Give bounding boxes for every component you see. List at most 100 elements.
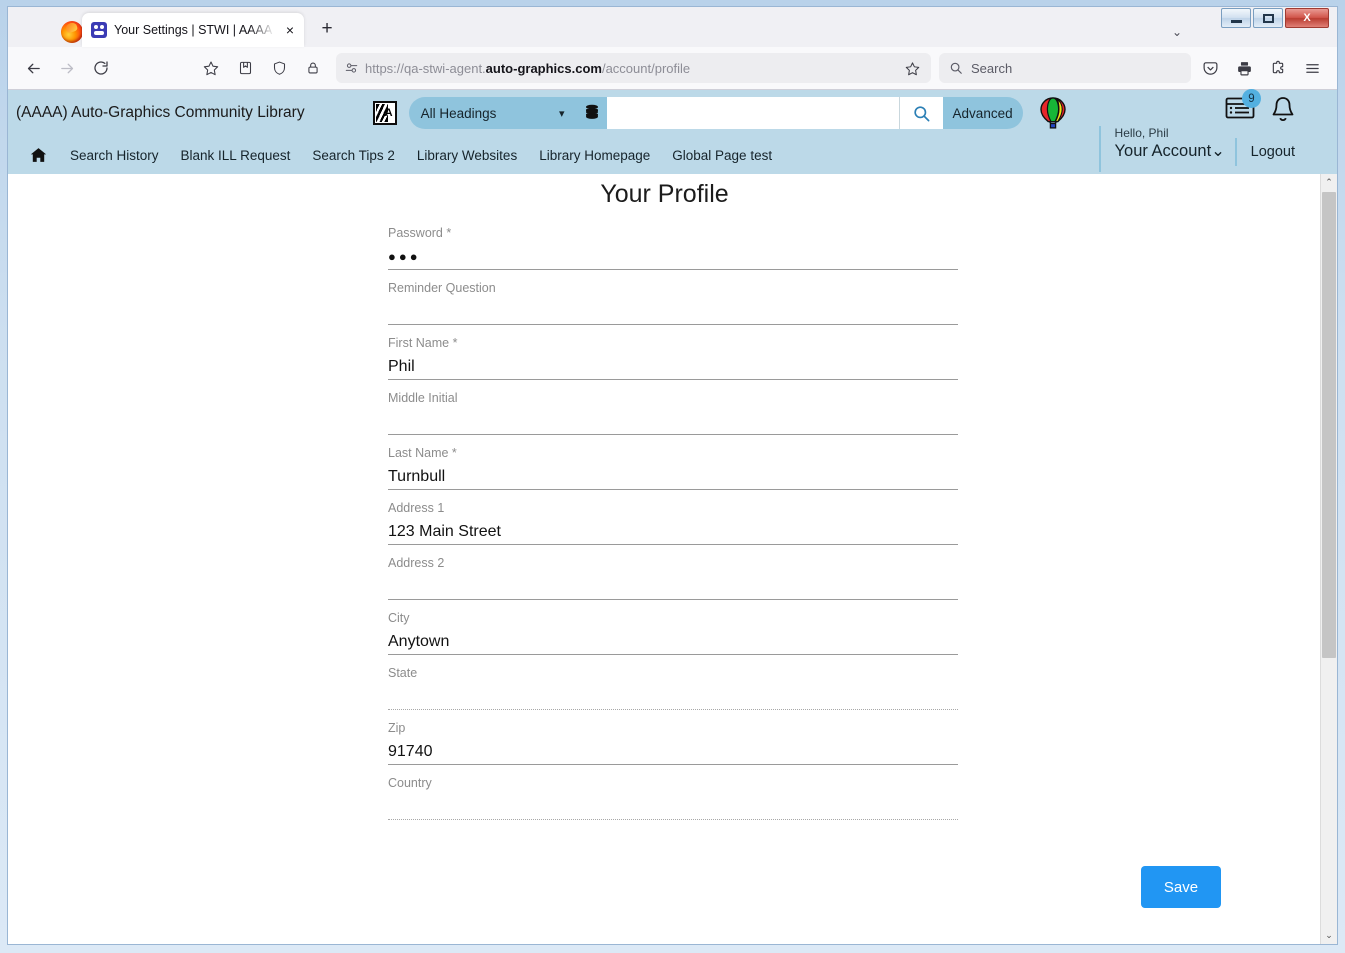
field-value[interactable] [388,791,958,819]
minimize-icon [1230,19,1242,23]
translate-icon[interactable]: A [372,101,397,125]
back-icon[interactable] [18,53,48,83]
hot-air-balloon-icon[interactable] [1038,97,1068,131]
bookmark-star-icon[interactable] [196,53,226,83]
shield-icon[interactable] [264,53,294,83]
close-window-button[interactable]: X [1285,8,1329,28]
tab-list-chevron-icon[interactable]: ⌄ [1172,25,1182,39]
page-scrollbar[interactable]: ⌃ ⌄ [1320,174,1337,944]
account-menu[interactable]: Hello, Phil Your Account⌄ [1098,126,1225,172]
scroll-down-arrow-icon[interactable]: ⌄ [1321,927,1337,944]
header-icon-group: 9 [1225,89,1297,125]
catalog-search-input[interactable] [606,97,899,129]
maximize-button[interactable] [1253,8,1283,28]
form-field: Address 2 [388,545,958,600]
browser-tab[interactable]: Your Settings | STWI | AAAA | Au × [82,13,304,47]
nav-link-search-history[interactable]: Search History [70,148,159,163]
chevron-down-icon: ⌄ [1211,142,1225,160]
address-bar[interactable]: https://qa-stwi-agent.auto-graphics.com/… [336,53,931,83]
form-field: Password * ●●● [388,215,958,270]
browser-window: X Your Settings | STWI | AAAA | Au × + ⌄ [7,6,1338,945]
form-field: Middle Initial [388,380,958,435]
logout-link[interactable]: Logout [1251,144,1295,160]
chevron-down-icon: ▾ [559,107,565,120]
nav-link-blank-ill-request[interactable]: Blank ILL Request [181,148,291,163]
field-value[interactable]: Phil [388,351,958,379]
field-underline [388,819,958,820]
extensions-icon[interactable] [1263,53,1293,83]
app-nav-row: Search History Blank ILL Request Search … [8,126,1337,174]
library-name: (AAAA) Auto-Graphics Community Library [16,104,305,121]
field-label: Middle Initial [388,391,458,405]
forward-icon[interactable] [52,53,82,83]
tab-strip: Your Settings | STWI | AAAA | Au × + ⌄ [8,7,1337,47]
save-to-pocket-icon[interactable] [230,53,260,83]
your-account-label: Your Account⌄ [1114,142,1225,160]
greeting-text: Hello, Phil [1114,126,1169,140]
search-submit-button[interactable] [898,97,943,129]
field-value[interactable] [388,571,958,599]
form-field: Zip 91740 [388,710,958,765]
nav-link-global-page-test[interactable]: Global Page test [672,148,772,163]
field-label: Last Name * [388,446,457,460]
browser-search-bar[interactable]: Search [939,53,1191,83]
form-field: City Anytown [388,600,958,655]
url-domain: auto-graphics.com [485,60,602,76]
browser-toolbar: https://qa-stwi-agent.auto-graphics.com/… [8,47,1337,89]
app-menu-icon[interactable] [1297,53,1327,83]
scrollbar-thumb[interactable] [1322,192,1336,658]
database-selector-icon[interactable] [576,97,607,129]
browser-search-placeholder: Search [971,60,1013,76]
window-controls: X [1221,8,1329,28]
notification-badge: 9 [1242,89,1261,108]
save-button[interactable]: Save [1141,866,1221,908]
tracking-protection-icon[interactable] [344,61,359,75]
headings-filter-value: All Headings [420,105,497,121]
form-field: First Name * Phil [388,325,958,380]
tab-title: Your Settings | STWI | AAAA | Au [114,23,275,37]
field-value[interactable] [388,681,958,709]
page-content: Your Profile Password * ●●● Reminder Quest… [8,174,1337,944]
print-icon[interactable] [1229,53,1259,83]
tab-close-icon[interactable]: × [282,23,298,37]
maximize-icon [1262,13,1274,23]
field-value[interactable]: 91740 [388,736,958,764]
search-icon [912,104,931,123]
advanced-search-button[interactable]: Advanced [942,97,1023,129]
lock-icon[interactable] [298,53,328,83]
nav-link-library-homepage[interactable]: Library Homepage [539,148,650,163]
bookmark-page-icon[interactable] [901,57,923,79]
field-value[interactable]: Anytown [388,626,958,654]
page-title: Your Profile [600,180,729,208]
reload-icon[interactable] [86,53,116,83]
field-value[interactable] [388,296,958,324]
form-field: Country [388,765,958,820]
field-label: Country [388,776,432,790]
news-list-icon[interactable]: 9 [1225,89,1261,125]
field-value[interactable]: Turnbull [388,461,958,489]
nav-link-library-websites[interactable]: Library Websites [417,148,517,163]
field-label: Address 2 [388,556,445,570]
home-icon[interactable] [28,145,48,165]
form-field: Reminder Question [388,270,958,325]
new-tab-button[interactable]: + [312,14,342,44]
logout-container[interactable]: Logout [1234,138,1295,166]
field-value[interactable]: 123 Main Street [388,516,958,544]
form-field: Address 1 123 Main Street [388,490,958,545]
pocket-icon[interactable] [1195,53,1225,83]
bell-icon[interactable] [1269,95,1297,125]
os-window: X Your Settings | STWI | AAAA | Au × + ⌄ [0,0,1345,953]
scroll-up-arrow-icon[interactable]: ⌃ [1321,174,1337,191]
field-label: First Name * [388,336,458,350]
form-field: State [388,655,958,710]
field-value[interactable]: ●●● [388,241,958,269]
field-value[interactable] [388,406,958,434]
browser-chrome: Your Settings | STWI | AAAA | Au × + ⌄ [8,7,1337,90]
minimize-button[interactable] [1221,8,1251,28]
field-label: Password * [388,226,452,240]
url-text: https://qa-stwi-agent.auto-graphics.com/… [365,61,895,76]
nav-link-search-tips-2[interactable]: Search Tips 2 [312,148,395,163]
headings-filter-select[interactable]: All Headings ▾ [408,97,577,129]
field-label: Zip [388,721,406,735]
profile-form: Password * ●●● Reminder Question First Name… [388,215,958,820]
